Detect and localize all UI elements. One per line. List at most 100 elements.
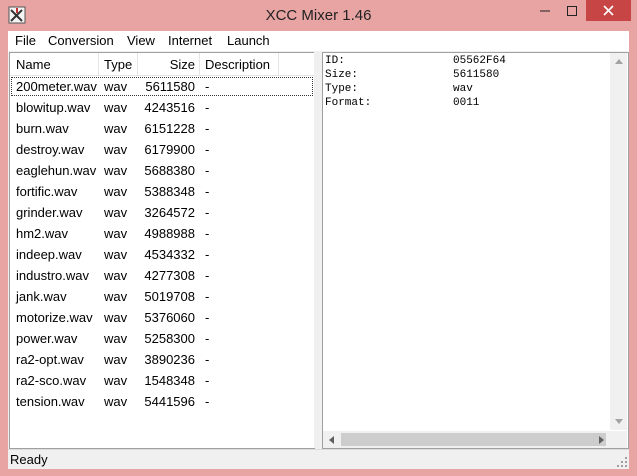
file-name: industro.wav: [16, 268, 89, 283]
horizontal-scroll-thumb[interactable]: [341, 433, 606, 446]
file-size: 3264572: [144, 205, 195, 220]
file-size: 4277308: [144, 268, 195, 283]
vertical-scrollbar[interactable]: [610, 53, 627, 430]
file-description: -: [205, 205, 210, 220]
list-rows: 200meter.wav wav 5611580- blowitup.wav wav 42…: [10, 76, 314, 412]
file-description: -: [205, 184, 210, 199]
maximize-icon: [567, 5, 577, 16]
file-description: -: [205, 331, 210, 346]
file-name: ra2-sco.wav: [16, 373, 87, 388]
file-type: wav: [104, 289, 128, 304]
minimize-button[interactable]: [532, 0, 558, 21]
file-description: -: [205, 373, 210, 388]
column-header-type[interactable]: Type: [104, 57, 132, 72]
file-type: wav: [104, 394, 128, 409]
table-row[interactable]: grinder.wav wav 3264572-: [10, 202, 314, 223]
column-header-name[interactable]: Name: [16, 57, 51, 72]
table-row[interactable]: ra2-sco.wav wav 1548348-: [10, 370, 314, 391]
status-text: Ready: [10, 452, 48, 467]
table-row[interactable]: jank.wav wav 5019708-: [10, 286, 314, 307]
title-bar[interactable]: XCC Mixer 1.46: [0, 0, 637, 31]
table-row[interactable]: power.wav wav 5258300-: [10, 328, 314, 349]
table-row[interactable]: industro.wav wav 4277308-: [10, 265, 314, 286]
scroll-left-icon: [329, 435, 334, 444]
file-description: -: [205, 247, 210, 262]
scroll-down-button[interactable]: [610, 413, 627, 430]
file-description: -: [205, 100, 210, 115]
file-name: destroy.wav: [16, 142, 85, 157]
file-type: wav: [104, 142, 128, 157]
table-row[interactable]: indeep.wav wav 4534332-: [10, 244, 314, 265]
table-row[interactable]: tension.wav wav 5441596-: [10, 391, 314, 412]
file-type: wav: [104, 331, 128, 346]
list-header: Name Type Size Description: [10, 53, 314, 76]
scroll-up-button[interactable]: [610, 53, 627, 70]
info-key: Type:: [325, 83, 359, 95]
file-description: -: [205, 310, 210, 325]
column-header-size[interactable]: Size: [138, 57, 195, 72]
file-name: eaglehun.wav: [16, 163, 97, 178]
info-key: Format:: [325, 97, 372, 109]
file-name: burn.wav: [16, 121, 69, 136]
table-row[interactable]: blowitup.wav wav 4243516-: [10, 97, 314, 118]
close-icon: [603, 5, 614, 16]
file-description: -: [205, 268, 210, 283]
file-name: blowitup.wav: [16, 100, 91, 115]
info-row: Size: 5611580: [325, 69, 605, 83]
file-name: tension.wav: [16, 394, 85, 409]
menu-file[interactable]: File: [15, 33, 36, 48]
table-row[interactable]: 200meter.wav wav 5611580-: [10, 76, 314, 97]
maximize-button[interactable]: [558, 0, 586, 21]
scroll-left-button[interactable]: [323, 431, 340, 448]
horizontal-scrollbar[interactable]: [323, 431, 610, 448]
file-name: indeep.wav: [16, 247, 82, 262]
column-divider[interactable]: [199, 53, 200, 75]
file-type: wav: [104, 226, 128, 241]
file-size: 4988988: [144, 226, 195, 241]
scroll-right-button[interactable]: [593, 431, 610, 448]
column-divider[interactable]: [98, 53, 99, 75]
file-type: wav: [104, 205, 128, 220]
file-type: wav: [104, 100, 128, 115]
menu-internet[interactable]: Internet: [168, 33, 212, 48]
scrollbar-corner: [610, 431, 627, 448]
table-row[interactable]: ra2-opt.wav wav 3890236-: [10, 349, 314, 370]
table-row[interactable]: fortific.wav wav 5388348-: [10, 181, 314, 202]
minimize-icon: [540, 10, 550, 11]
file-name: grinder.wav: [16, 205, 83, 220]
file-description: -: [205, 394, 210, 409]
app-window: XCC Mixer 1.46 File Conversion View Inte…: [0, 0, 637, 476]
file-size: 4534332: [144, 247, 195, 262]
info-value: wav: [453, 83, 473, 95]
file-name: motorize.wav: [16, 310, 93, 325]
pane-splitter[interactable]: [314, 52, 322, 448]
table-row[interactable]: motorize.wav wav 5376060-: [10, 307, 314, 328]
table-row[interactable]: burn.wav wav 6151228-: [10, 118, 314, 139]
file-type: wav: [104, 310, 128, 325]
info-pane[interactable]: ID: 05562F64 Size: 5611580 Type: wav Format: 00…: [322, 52, 629, 449]
close-button[interactable]: [586, 0, 631, 21]
file-list[interactable]: Name Type Size Description 200meter.wav w…: [9, 52, 315, 449]
info-row: ID: 05562F64: [325, 55, 605, 69]
scroll-down-icon: [614, 419, 623, 424]
file-description: -: [205, 163, 210, 178]
resize-grip-icon[interactable]: [616, 456, 628, 468]
file-description: -: [205, 289, 210, 304]
file-size: 6179900: [144, 142, 195, 157]
column-divider[interactable]: [278, 53, 279, 75]
file-type: wav: [104, 121, 128, 136]
menu-launch[interactable]: Launch: [227, 33, 270, 48]
info-key: Size:: [325, 69, 359, 81]
file-type: wav: [104, 163, 128, 178]
column-header-description[interactable]: Description: [205, 57, 270, 72]
table-row[interactable]: hm2.wav wav 4988988-: [10, 223, 314, 244]
file-size: 1548348: [144, 373, 195, 388]
file-type: wav: [104, 268, 128, 283]
table-row[interactable]: eaglehun.wav wav 5688380-: [10, 160, 314, 181]
client-area: File Conversion View Internet Launch Nam…: [8, 31, 629, 469]
menu-conversion[interactable]: Conversion: [48, 33, 114, 48]
menu-view[interactable]: View: [127, 33, 155, 48]
file-name: hm2.wav: [16, 226, 69, 241]
table-row[interactable]: destroy.wav wav 6179900-: [10, 139, 314, 160]
info-row: Format: 0011: [325, 97, 605, 111]
